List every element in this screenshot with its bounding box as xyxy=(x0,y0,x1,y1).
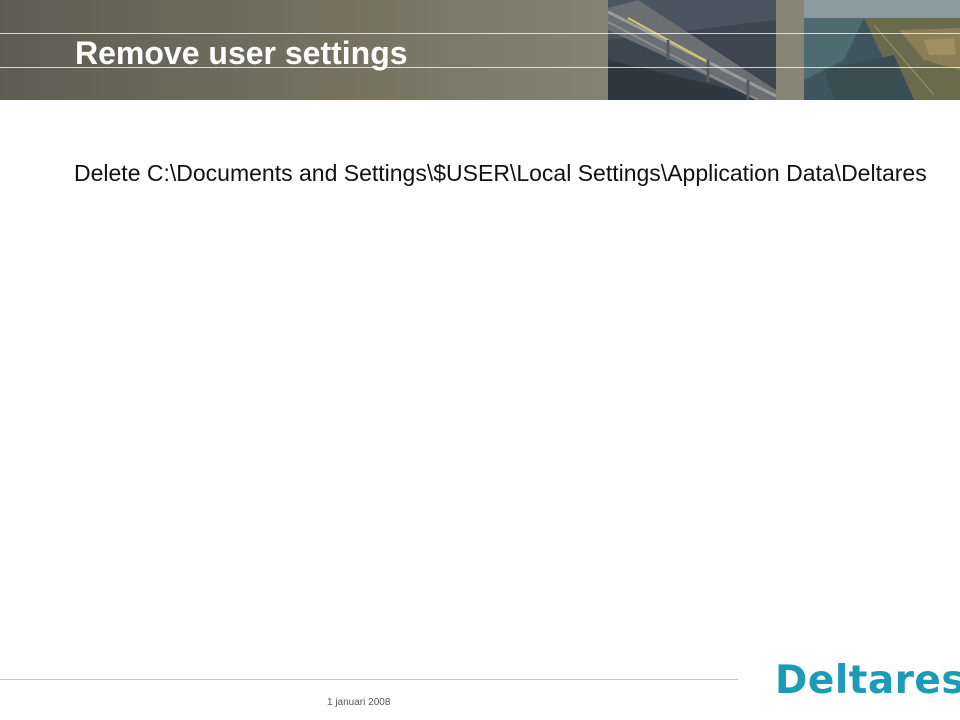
slide-body-text: Delete C:\Documents and Settings\$USER\L… xyxy=(74,160,927,186)
bridge-photo xyxy=(608,0,776,100)
slide-title: Remove user settings xyxy=(75,35,408,71)
aerial-landscape-photo xyxy=(804,0,960,100)
footer-date: 1 januari 2008 xyxy=(327,697,391,708)
footer-divider xyxy=(0,679,738,680)
deltares-logo: Deltares xyxy=(775,658,960,703)
slide-header-banner: Remove user settings xyxy=(0,0,960,100)
